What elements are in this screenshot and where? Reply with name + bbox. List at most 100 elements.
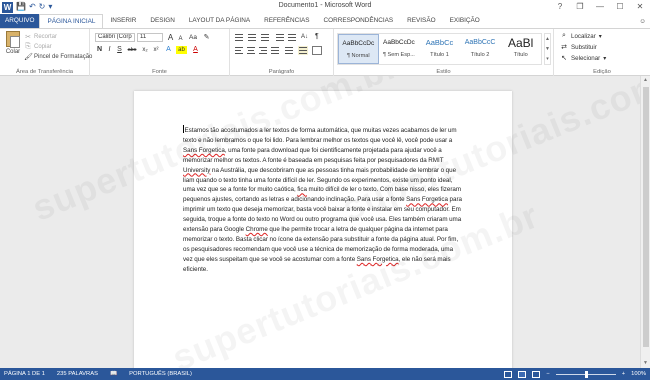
strikethrough-button[interactable]: abc <box>126 45 138 55</box>
style-preview: AaBl <box>508 36 534 50</box>
tab-layout-da-pagina[interactable]: LAYOUT DA PÁGINA <box>182 14 257 28</box>
superscript-button[interactable]: x² <box>151 45 161 55</box>
proofing-icon[interactable]: 📖 <box>110 368 117 380</box>
chevron-down-icon: ▾ <box>598 32 602 40</box>
bullets-icon[interactable] <box>234 33 244 42</box>
maximize-button[interactable]: ☐ <box>612 1 628 13</box>
text-effects-button[interactable]: A <box>164 45 173 55</box>
tab-pagina-inicial[interactable]: PÁGINA INICIAL <box>39 14 104 28</box>
style-sem-espacamento[interactable]: AaBbCcDc ¶ Sem Esp... <box>379 34 420 64</box>
spelling-error-word: University <box>183 166 211 174</box>
scroll-up-icon[interactable]: ▲ <box>641 76 650 85</box>
styles-group-label: Estilo <box>436 69 451 75</box>
style-name: Título 1 <box>430 52 449 58</box>
style-preview: AaBbCcC <box>464 39 496 46</box>
style-name: ¶ Sem Esp... <box>382 52 415 58</box>
tab-revisao[interactable]: REVISÃO <box>400 14 442 28</box>
style-titulo[interactable]: AaBl Título <box>500 34 541 64</box>
zoom-in-button[interactable]: + <box>622 368 625 380</box>
web-layout-icon[interactable] <box>532 370 541 378</box>
format-painter-label: Pincel de Formatação <box>34 53 93 60</box>
multilevel-list-icon[interactable] <box>260 33 270 42</box>
font-size-select[interactable]: 11 <box>137 33 163 42</box>
document-page[interactable]: Estamos tão acostumados a ler textos de … <box>134 91 512 368</box>
tab-exibicao[interactable]: EXIBIÇÃO <box>443 14 487 28</box>
text-run: Estamos tão acostumados a ler textos de … <box>183 127 457 144</box>
status-bar: PÁGINA 1 DE 1 235 PALAVRAS 📖 PORTUGUÊS (… <box>0 368 650 380</box>
scroll-down-icon[interactable]: ▼ <box>641 359 650 368</box>
increase-indent-icon[interactable] <box>287 33 297 42</box>
word-count[interactable]: 235 PALAVRAS <box>57 368 98 380</box>
style-preview: AaBbCc <box>425 38 454 47</box>
change-case-button[interactable]: Aa <box>187 33 199 43</box>
styles-gallery-scroll[interactable]: ▲ ▼ ▾ <box>544 33 551 65</box>
zoom-level[interactable]: 100% <box>631 368 646 380</box>
print-layout-icon[interactable] <box>518 370 527 378</box>
style-normal[interactable]: AaBbCcDc ¶ Normal <box>338 34 379 64</box>
replace-button[interactable]: ⇄ Substituir <box>560 42 597 52</box>
styles-group: AaBbCcDc ¶ Normal AaBbCcDc ¶ Sem Esp... … <box>334 29 554 76</box>
scroll-thumb[interactable] <box>643 87 649 347</box>
style-titulo-2[interactable]: AaBbCcC Título 2 <box>460 34 501 64</box>
subscript-button[interactable]: x₂ <box>140 45 150 55</box>
decrease-indent-icon[interactable] <box>275 33 285 42</box>
document-body-text[interactable]: Estamos tão acostumados a ler textos de … <box>183 125 463 275</box>
highlight-button[interactable]: ab <box>176 46 187 54</box>
clear-formatting-icon[interactable]: ✎ <box>202 33 211 43</box>
show-marks-icon[interactable]: ¶ <box>315 32 319 42</box>
zoom-slider-thumb[interactable] <box>584 370 588 378</box>
font-color-button[interactable]: A <box>191 45 200 55</box>
brush-icon: 🖌 <box>24 53 33 61</box>
account-area[interactable]: ☺ <box>636 14 646 28</box>
close-button[interactable]: ✕ <box>632 1 648 13</box>
editing-group-label: Edição <box>593 69 611 75</box>
zoom-out-button[interactable]: − <box>546 368 549 380</box>
align-left-icon[interactable] <box>234 46 244 55</box>
page-count[interactable]: PÁGINA 1 DE 1 <box>4 368 45 380</box>
align-right-icon[interactable] <box>258 46 268 55</box>
replace-icon: ⇄ <box>561 44 567 51</box>
align-center-icon[interactable] <box>246 46 256 55</box>
cut-button[interactable]: ✂ Recortar <box>24 32 57 41</box>
underline-button[interactable]: S <box>115 45 124 55</box>
font-group-label: Fonte <box>152 69 167 75</box>
bold-button[interactable]: N <box>95 45 104 55</box>
sort-icon[interactable]: A↓ <box>301 32 308 42</box>
tab-inserir[interactable]: INSERIR <box>103 14 143 28</box>
format-painter-button[interactable]: 🖌 Pincel de Formatação <box>24 52 92 61</box>
zoom-slider[interactable] <box>555 370 616 378</box>
clipboard-group: Colar ✂ Recortar ⎘ Copiar 🖌 Pincel de Fo… <box>0 29 92 76</box>
spelling-error-word: Sans Forgetica <box>183 146 225 154</box>
shading-icon[interactable] <box>298 46 308 55</box>
find-button[interactable]: ⌕ Localizar ▾ <box>560 31 602 41</box>
window-controls: ? ❐ — ☐ ✕ <box>552 0 648 14</box>
line-spacing-icon[interactable] <box>284 46 294 55</box>
tab-design[interactable]: DESIGN <box>143 14 182 28</box>
ribbon-display-options-icon[interactable]: ❐ <box>572 1 588 13</box>
spelling-error-word: fica <box>297 186 307 194</box>
ribbon-tabs: ARQUIVO PÁGINA INICIAL INSERIR DESIGN LA… <box>0 14 650 28</box>
font-name-select[interactable]: Calibri (Corp <box>95 33 135 42</box>
read-mode-icon[interactable] <box>504 370 513 378</box>
tab-correspondencias[interactable]: CORRESPONDÊNCIAS <box>317 14 401 28</box>
style-titulo-1[interactable]: AaBbCc Título 1 <box>419 34 460 64</box>
paste-button[interactable]: Colar <box>4 31 22 64</box>
vertical-scrollbar[interactable]: ▲ ▼ <box>640 76 650 368</box>
document-canvas[interactable]: Estamos tão acostumados a ler textos de … <box>0 76 640 368</box>
find-label: Localizar <box>571 32 596 40</box>
spelling-error-word: Sans Forgetica <box>356 255 399 263</box>
borders-icon[interactable] <box>312 46 322 55</box>
tab-referencias[interactable]: REFERÊNCIAS <box>257 14 316 28</box>
minimize-button[interactable]: — <box>592 1 608 13</box>
copy-button[interactable]: ⎘ Copiar <box>24 42 52 51</box>
help-icon[interactable]: ? <box>552 1 568 13</box>
copy-icon: ⎘ <box>25 42 31 50</box>
italic-button[interactable]: I <box>105 45 114 55</box>
justify-icon[interactable] <box>270 46 280 55</box>
language-indicator[interactable]: PORTUGUÊS (BRASIL) <box>129 368 192 380</box>
tab-arquivo[interactable]: ARQUIVO <box>0 14 40 28</box>
shrink-font-button[interactable]: A <box>176 34 185 44</box>
grow-font-button[interactable]: A <box>166 33 175 43</box>
numbering-icon[interactable] <box>247 33 257 42</box>
select-button[interactable]: ↖ Selecionar ▾ <box>560 53 606 63</box>
